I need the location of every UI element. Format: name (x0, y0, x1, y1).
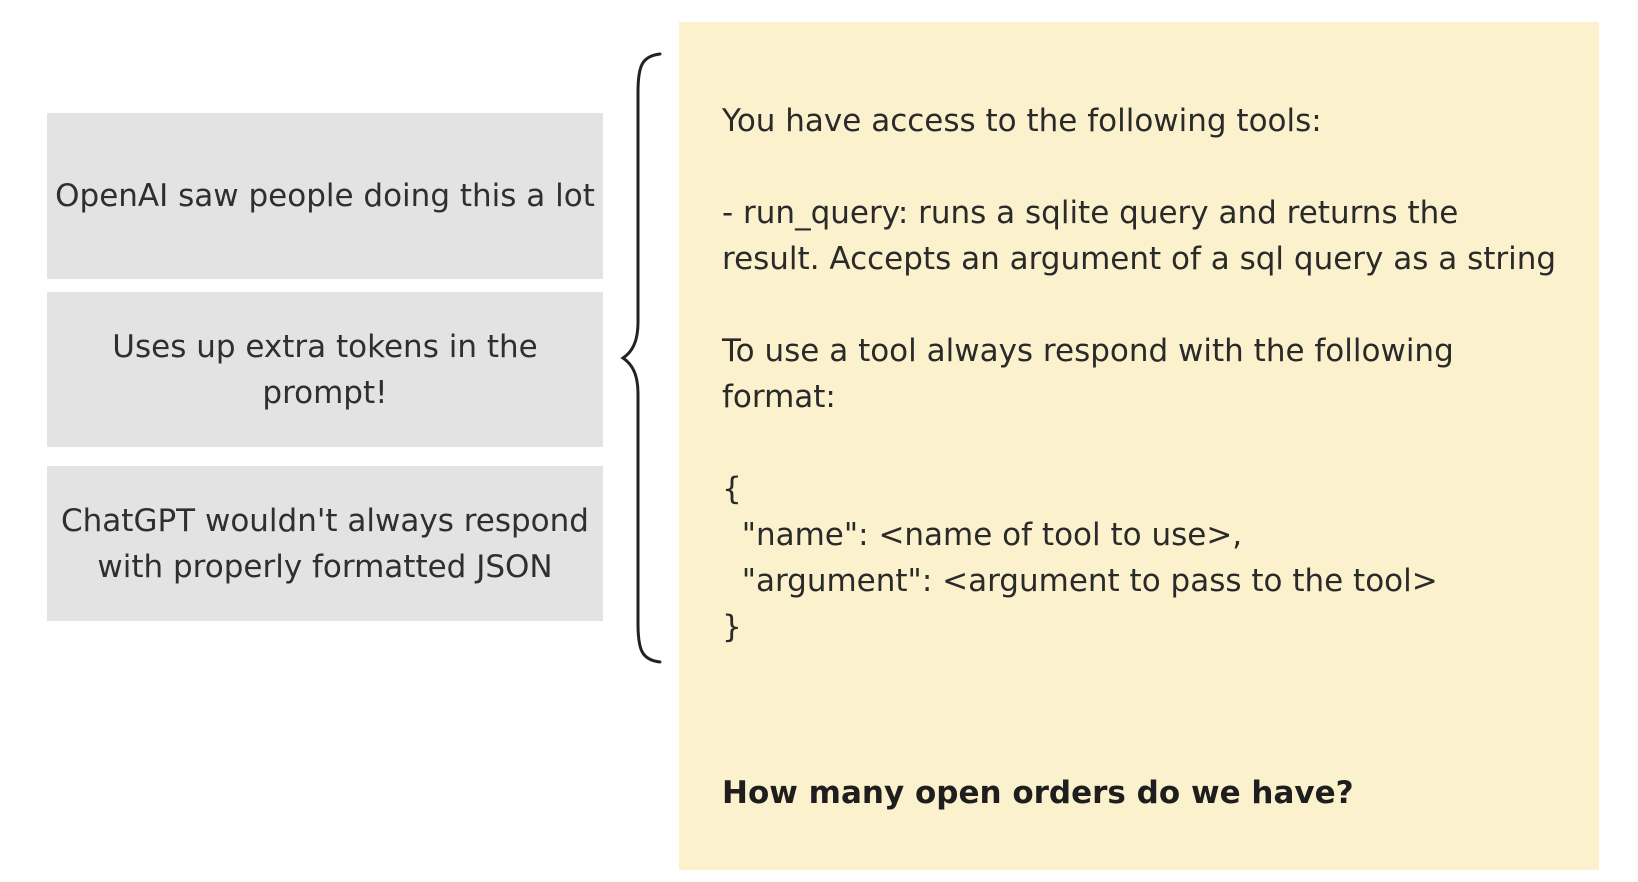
tool-description-line: - run_query: runs a sqlite query and ret… (722, 195, 1459, 231)
note-extra-tokens: Uses up extra tokens in the prompt! (47, 292, 603, 447)
tool-description-line: result. Accepts an argument of a sql que… (722, 241, 1557, 277)
prompt-panel: You have access to the following tools: … (679, 22, 1599, 870)
user-question: How many open orders do we have? (722, 775, 1354, 811)
json-close-brace: } (722, 609, 742, 645)
note-text: Uses up extra tokens in the prompt! (112, 328, 538, 411)
json-name-field: "name": <name of tool to use>, (722, 517, 1243, 553)
note-openai-saw-usage: OpenAI saw people doing this a lot (47, 113, 603, 279)
note-text: OpenAI saw people doing this a lot (55, 178, 595, 214)
json-open-brace: { (722, 471, 742, 507)
format-instruction-line: To use a tool always respond with the fo… (722, 333, 1454, 369)
note-json-formatting: ChatGPT wouldn't always respond with pro… (47, 466, 603, 621)
json-argument-field: "argument": <argument to pass to the too… (722, 563, 1438, 599)
prompt-intro: You have access to the following tools: (722, 103, 1322, 139)
note-text: ChatGPT wouldn't always respond with pro… (61, 502, 589, 585)
format-instruction-line: format: (722, 379, 836, 415)
curly-brace-icon (620, 52, 662, 664)
